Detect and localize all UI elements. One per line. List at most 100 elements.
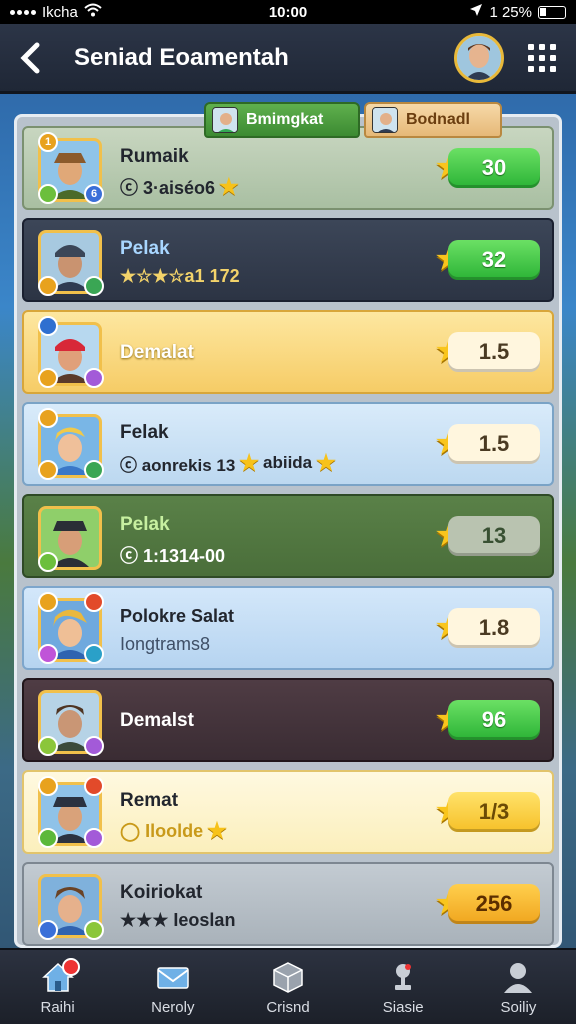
player-subtitle: ◯ Iloolde ★: [120, 818, 227, 843]
notification-badge: [62, 958, 80, 976]
star-icon: ★: [239, 450, 260, 475]
score-pill: 1/3: [448, 792, 540, 832]
rank-badge-icon: [38, 316, 58, 336]
top-bar: Seniad Eoamentah: [0, 24, 576, 94]
leaderboard-row[interactable]: Koiriokat ★★★ Ieoslan ★ 256: [22, 862, 554, 946]
bonus-badge-icon: [84, 592, 104, 612]
player-name: Demalst: [120, 710, 194, 731]
player-subtitle: Iongtrams8: [120, 634, 211, 654]
count-badge-icon: [84, 460, 104, 480]
star-icon: ★: [207, 818, 227, 843]
nav-label: Siasie: [382, 998, 424, 1016]
star-icon: ★: [219, 174, 239, 199]
score-pill: 32: [448, 240, 540, 280]
count-badge-icon: [84, 736, 104, 756]
bonus-badge-icon: [84, 776, 104, 796]
page-title: Seniad Eoamentah: [74, 43, 289, 71]
trophy-icon: [385, 959, 421, 995]
player-subtitle: ⓒ aonrekis 13 ★ abiida ★: [120, 450, 336, 475]
score-pill: 13: [448, 516, 540, 556]
bottom-nav: Raihi Neroly Crisnd Siasie Soiliy: [0, 948, 576, 1024]
count-badge-icon: [84, 368, 104, 388]
location-icon: [469, 3, 483, 21]
profile-avatar[interactable]: [454, 32, 504, 83]
tab-label: Bmimgkat: [246, 111, 324, 128]
player-name: Pelak: [120, 514, 170, 535]
tab-bodnadl[interactable]: Bodnadl: [364, 102, 502, 138]
level-badge-icon: [38, 644, 58, 664]
leaderboard-screen: Ikcha 10:00 1 25% Seniad Eoamentah Bmimg…: [0, 0, 576, 1024]
rank-badge-icon: [38, 592, 58, 612]
leaderboard-row[interactable]: Polokre Salat Iongtrams8 ★ 1.8: [22, 586, 554, 670]
count-badge-icon: [84, 920, 104, 940]
signal-icon: [10, 9, 36, 15]
status-bar: Ikcha 10:00 1 25%: [0, 0, 576, 24]
score-pill: 1.8: [448, 608, 540, 648]
nav-neroly[interactable]: Neroly: [115, 950, 230, 1024]
nav-label: Neroly: [151, 998, 195, 1016]
leaderboard-row[interactable]: Felak ⓒ aonrekis 13★abiida★ ★ 1.5: [22, 402, 554, 486]
leaderboard-row[interactable]: Demalst ★ 96: [22, 678, 554, 762]
player-name: Demalat: [120, 342, 194, 363]
level-badge-icon: [38, 460, 58, 480]
level-badge-icon: [38, 920, 58, 940]
level-badge-icon: [38, 828, 58, 848]
level-badge-icon: [38, 552, 58, 572]
tab-bmimgkat[interactable]: Bmimgkat: [204, 102, 360, 138]
count-badge-icon: [84, 828, 104, 848]
player-subtitle: ⓒ 1:1314-00: [120, 546, 226, 566]
player-name: Koiriokat: [120, 882, 203, 903]
nav-soiliy[interactable]: Soiliy: [461, 950, 576, 1024]
level-badge-icon: [38, 368, 58, 388]
score-pill: 30: [448, 148, 540, 188]
score-pill: 1.5: [448, 332, 540, 372]
profile-icon: [500, 959, 536, 995]
nav-crisnd[interactable]: Crisnd: [230, 950, 345, 1024]
leaderboard-row[interactable]: Pelak ⓒ 1:1314-00 ★ 13: [22, 494, 554, 578]
box-icon: [270, 959, 306, 995]
rank-badge-icon: 1: [38, 132, 58, 152]
nav-siasie[interactable]: Siasie: [346, 950, 461, 1024]
nav-label: Crisnd: [266, 998, 310, 1016]
wifi-icon: [84, 3, 102, 21]
avatar-icon: [212, 107, 238, 133]
level-badge-icon: [38, 736, 58, 756]
player-name: Pelak: [120, 238, 170, 259]
nav-label: Soiliy: [500, 998, 537, 1016]
back-button[interactable]: [0, 23, 60, 93]
count-badge-icon: [84, 276, 104, 296]
nav-home[interactable]: Raihi: [0, 950, 115, 1024]
nav-label: Raihi: [40, 998, 75, 1016]
score-pill: 96: [448, 700, 540, 740]
tab-bar: Bmimgkat Bodnadl: [204, 102, 502, 138]
leaderboard-row[interactable]: Remat ◯ Iloolde★ ★ 1/3: [22, 770, 554, 854]
score-pill: 1.5: [448, 424, 540, 464]
mail-icon: [155, 959, 191, 995]
level-badge-icon: [38, 184, 58, 204]
player-name: Polokre Salat: [120, 606, 235, 626]
star-icon: ★: [316, 450, 336, 475]
player-name: Felak: [120, 422, 169, 443]
player-subtitle: ★★★ Ieoslan: [120, 910, 236, 930]
leaderboard-row[interactable]: 1 6 Rumaik ⓒ 3·aiséo6★ ★ 30: [22, 126, 554, 210]
rank-badge-icon: [38, 776, 58, 796]
tab-label: Bodnadl: [406, 111, 470, 128]
menu-grid-button[interactable]: [522, 38, 562, 78]
leaderboard-row[interactable]: Demalat ★ 1.5: [22, 310, 554, 394]
clock: 10:00: [268, 3, 308, 21]
leaderboard-row[interactable]: Pelak ★☆★☆a1 172 ★ 32: [22, 218, 554, 302]
player-name: Remat: [120, 790, 179, 811]
player-subtitle: ⓒ 3·aiséo6 ★: [120, 174, 239, 199]
battery-icon: [538, 5, 566, 19]
player-subtitle: ★☆★☆a1 172: [120, 266, 240, 286]
count-badge-icon: [84, 644, 104, 664]
score-pill: 256: [448, 884, 540, 924]
count-badge-icon: 6: [84, 184, 104, 204]
chevron-left-icon: [20, 42, 40, 73]
player-name: Rumaik: [120, 146, 189, 167]
rank-badge-icon: [38, 408, 58, 428]
avatar-icon: [372, 107, 398, 133]
level-badge-icon: [38, 276, 58, 296]
carrier-label: Ikcha: [42, 3, 78, 21]
battery-percent: 1 25%: [489, 3, 532, 21]
